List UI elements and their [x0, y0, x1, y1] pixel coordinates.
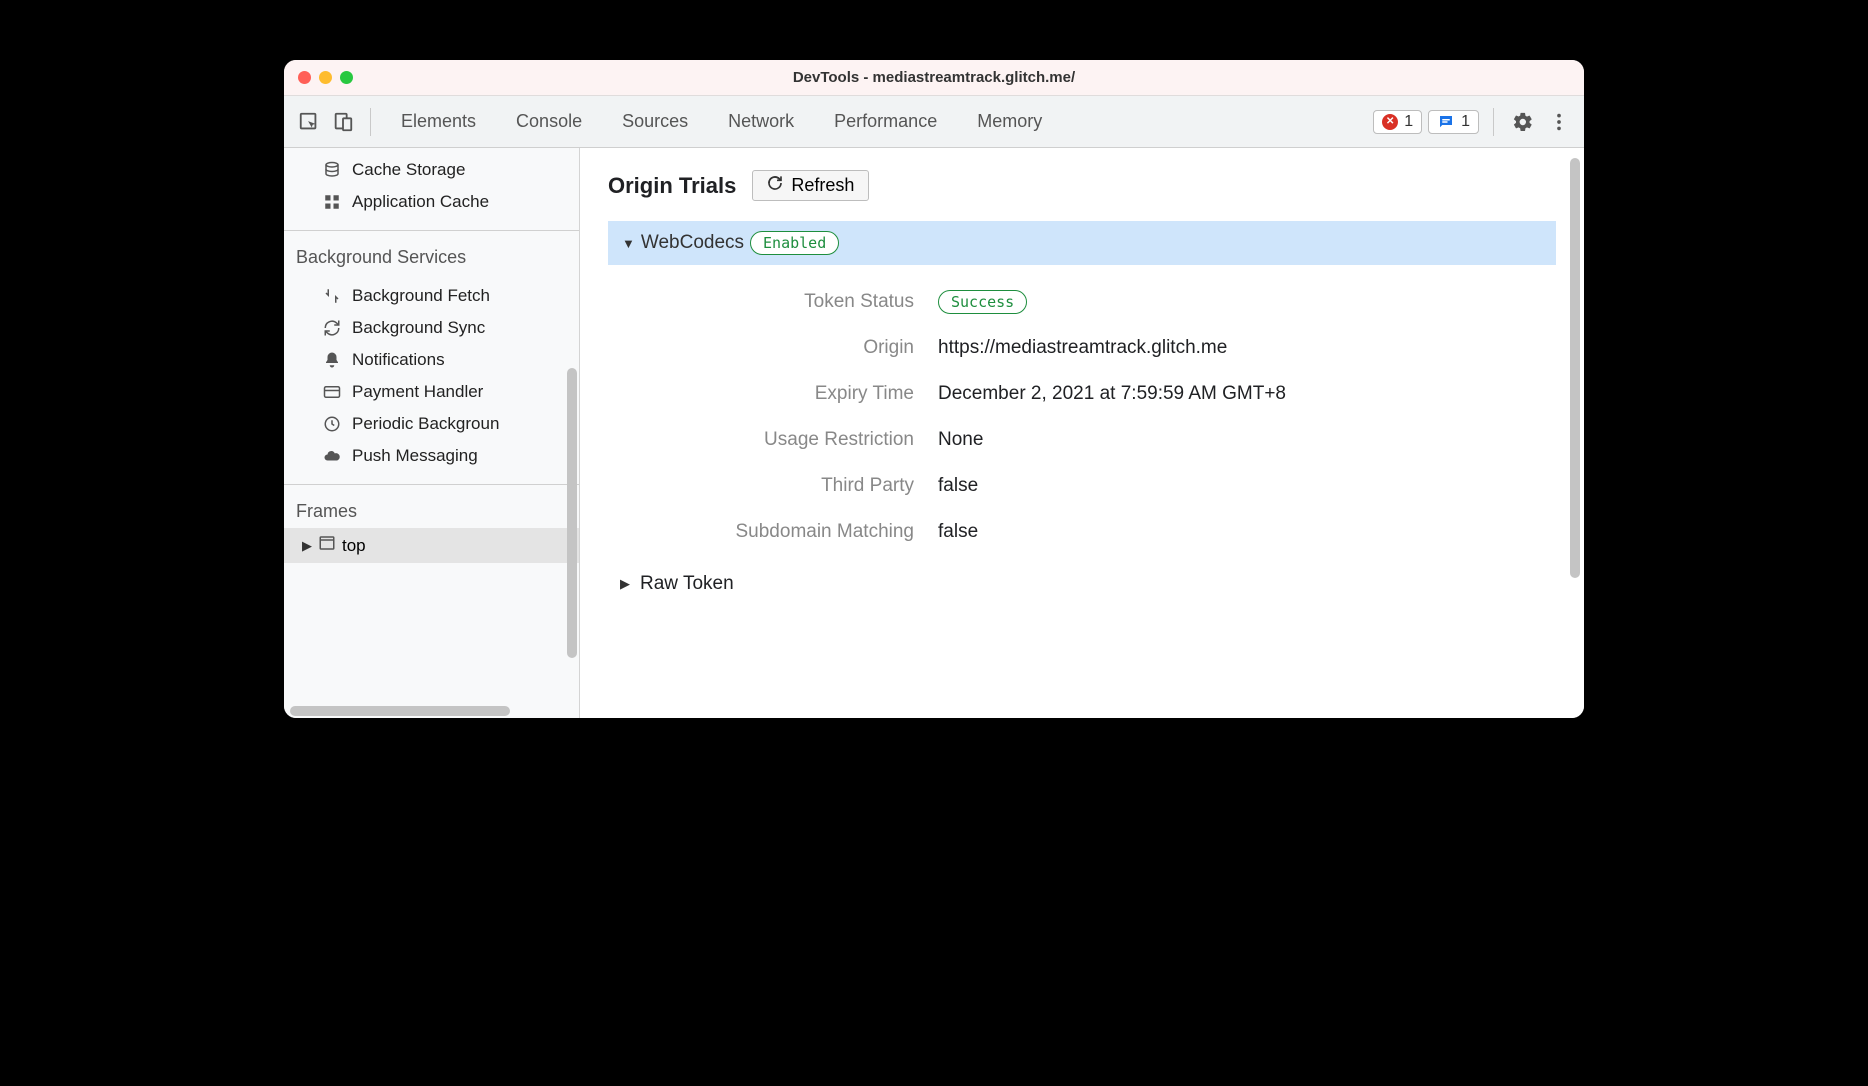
cloud-icon [322, 446, 342, 466]
disclosure-triangle-icon[interactable]: ▶ [620, 576, 630, 592]
raw-token-label: Raw Token [640, 573, 734, 595]
database-icon [322, 160, 342, 180]
refresh-button[interactable]: Refresh [752, 170, 869, 201]
divider [284, 484, 579, 485]
sidebar-horizontal-scrollbar[interactable] [290, 706, 510, 716]
trial-name: WebCodecs [641, 232, 744, 254]
sidebar-heading-frames: Frames [284, 491, 579, 528]
sidebar-item-application-cache[interactable]: Application Cache [284, 186, 579, 218]
frame-name: top [342, 536, 366, 556]
credit-card-icon [322, 382, 342, 402]
issues-badge[interactable]: 1 [1428, 110, 1479, 134]
main-scrollbar[interactable] [1570, 158, 1580, 578]
settings-gear-icon[interactable] [1508, 107, 1538, 137]
disclosure-triangle-icon[interactable]: ▼ [622, 236, 635, 251]
sidebar-item-label: Push Messaging [352, 446, 478, 466]
sidebar-group-cache: Cache Storage Application Cache [284, 148, 579, 224]
tab-memory[interactable]: Memory [959, 96, 1060, 148]
refresh-icon [767, 175, 783, 196]
detail-val: None [938, 429, 983, 451]
detail-key: Token Status [608, 291, 938, 313]
tab-network[interactable]: Network [710, 96, 812, 148]
separator [1493, 108, 1494, 136]
detail-val: Success [938, 291, 1027, 313]
sidebar-item-periodic-background[interactable]: Periodic Backgroun [284, 408, 579, 440]
sidebar-item-label: Background Sync [352, 318, 485, 338]
titlebar: DevTools - mediastreamtrack.glitch.me/ [284, 60, 1584, 96]
detail-row-origin: Origin https://mediastreamtrack.glitch.m… [608, 325, 1556, 371]
bell-icon [322, 350, 342, 370]
detail-val: false [938, 521, 978, 543]
grid-icon [322, 192, 342, 212]
trial-details: Token Status Success Origin https://medi… [608, 265, 1556, 555]
detail-val: December 2, 2021 at 7:59:59 AM GMT+8 [938, 383, 1286, 405]
raw-token-row[interactable]: ▶ Raw Token [608, 555, 1556, 595]
detail-key: Origin [608, 337, 938, 359]
issues-count: 1 [1461, 113, 1470, 131]
tab-console[interactable]: Console [498, 96, 600, 148]
more-menu-icon[interactable] [1544, 107, 1574, 137]
detail-key: Usage Restriction [608, 429, 938, 451]
separator [370, 108, 371, 136]
devtools-toolbar: Elements Console Sources Network Perform… [284, 96, 1584, 148]
toolbar-right: ✕ 1 1 [1373, 107, 1574, 137]
detail-key: Third Party [608, 475, 938, 497]
detail-val: false [938, 475, 978, 497]
panel-title: Origin Trials [608, 173, 736, 199]
sidebar-heading-background-services: Background Services [284, 237, 579, 274]
sync-icon [322, 318, 342, 338]
sidebar-item-label: Payment Handler [352, 382, 483, 402]
close-window-button[interactable] [298, 71, 311, 84]
detail-key: Expiry Time [608, 383, 938, 405]
error-badge[interactable]: ✕ 1 [1373, 110, 1422, 134]
sidebar-item-label: Background Fetch [352, 286, 490, 306]
error-icon: ✕ [1382, 114, 1398, 130]
sidebar-scrollbar[interactable] [567, 368, 577, 658]
error-count: 1 [1404, 113, 1413, 131]
sidebar-item-label: Periodic Backgroun [352, 414, 499, 434]
detail-row-third-party: Third Party false [608, 463, 1556, 509]
tab-performance[interactable]: Performance [816, 96, 955, 148]
sidebar-item-background-fetch[interactable]: Background Fetch [284, 280, 579, 312]
fetch-icon [322, 286, 342, 306]
window-title: DevTools - mediastreamtrack.glitch.me/ [284, 69, 1584, 86]
tab-elements[interactable]: Elements [383, 96, 494, 148]
sidebar-item-notifications[interactable]: Notifications [284, 344, 579, 376]
detail-val: https://mediastreamtrack.glitch.me [938, 337, 1227, 359]
sidebar-item-frame-top[interactable]: ▶ top [284, 528, 579, 563]
sidebar-item-label: Notifications [352, 350, 445, 370]
detail-row-token-status: Token Status Success [608, 279, 1556, 325]
inspect-element-icon[interactable] [294, 107, 324, 137]
detail-key: Subdomain Matching [608, 521, 938, 543]
issue-icon [1437, 113, 1455, 131]
detail-row-usage-restriction: Usage Restriction None [608, 417, 1556, 463]
device-toggle-icon[interactable] [328, 107, 358, 137]
disclosure-triangle-icon[interactable]: ▶ [302, 538, 312, 554]
panel-header: Origin Trials Refresh [608, 170, 1556, 201]
trial-status-pill: Enabled [750, 231, 839, 255]
divider [284, 230, 579, 231]
sidebar-item-background-sync[interactable]: Background Sync [284, 312, 579, 344]
sidebar-item-payment-handler[interactable]: Payment Handler [284, 376, 579, 408]
origin-trials-panel: Origin Trials Refresh ▼ WebCodecs Enable… [580, 148, 1584, 718]
trial-webcodecs-row[interactable]: ▼ WebCodecs Enabled [608, 221, 1556, 265]
detail-row-subdomain-matching: Subdomain Matching false [608, 509, 1556, 555]
detail-row-expiry-time: Expiry Time December 2, 2021 at 7:59:59 … [608, 371, 1556, 417]
clock-icon [322, 414, 342, 434]
tab-sources[interactable]: Sources [604, 96, 706, 148]
sidebar-group-background-services: Background Fetch Background Sync Notific… [284, 274, 579, 478]
sidebar-item-push-messaging[interactable]: Push Messaging [284, 440, 579, 472]
devtools-window: DevTools - mediastreamtrack.glitch.me/ E… [284, 60, 1584, 718]
refresh-label: Refresh [791, 175, 854, 196]
sidebar-item-label: Cache Storage [352, 160, 465, 180]
application-sidebar[interactable]: Cache Storage Application Cache Backgrou… [284, 148, 580, 718]
content-area: Cache Storage Application Cache Backgrou… [284, 148, 1584, 718]
sidebar-item-cache-storage[interactable]: Cache Storage [284, 154, 579, 186]
minimize-window-button[interactable] [319, 71, 332, 84]
token-status-pill: Success [938, 290, 1027, 314]
traffic-lights [284, 71, 353, 84]
window-icon [318, 534, 336, 557]
zoom-window-button[interactable] [340, 71, 353, 84]
sidebar-item-label: Application Cache [352, 192, 489, 212]
